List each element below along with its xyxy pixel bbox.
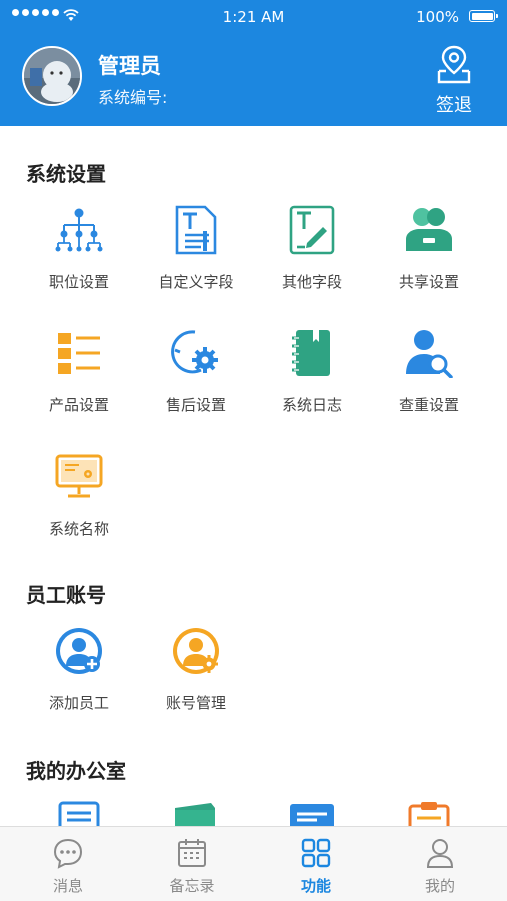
other-fields-item[interactable]: 其他字段	[254, 205, 370, 292]
product-list-icon	[58, 333, 100, 374]
user-search-icon	[406, 330, 453, 379]
custom-text-doc-icon	[175, 205, 217, 255]
account-management-item[interactable]: 账号管理	[138, 626, 254, 713]
duplicate-check-settings-item[interactable]: 查重设置	[371, 328, 487, 415]
doc-icon	[58, 801, 100, 826]
person-icon	[426, 839, 454, 868]
tab-memo-label: 备忘录	[169, 877, 215, 895]
product-settings-item[interactable]: 产品设置	[21, 328, 137, 415]
clipboard-icon	[408, 802, 450, 826]
office-item-card[interactable]	[254, 800, 370, 826]
signout-button[interactable]: 签退	[431, 43, 477, 117]
monitor-gear-icon	[55, 454, 103, 498]
grid-icon	[301, 838, 331, 868]
position-settings-item[interactable]: 职位设置	[21, 205, 137, 292]
card-icon	[290, 804, 334, 826]
tab-messages[interactable]: 消息	[5, 837, 131, 896]
chat-icon	[53, 838, 83, 869]
add-staff-item[interactable]: 添加员工	[21, 626, 137, 713]
signout-label: 签退	[436, 95, 472, 116]
office-item-folder[interactable]	[138, 800, 254, 826]
edit-text-icon	[289, 205, 335, 255]
section-title-system-settings: 系统设置	[26, 162, 106, 186]
avatar[interactable]	[22, 46, 82, 106]
system-name-item[interactable]: 系统名称	[21, 452, 137, 539]
battery-icon	[469, 10, 498, 22]
user-name: 管理员	[98, 54, 161, 78]
add-staff-label: 添加员工	[48, 694, 109, 712]
after-sales-settings-item[interactable]: 售后设置	[138, 328, 254, 415]
share-settings-item[interactable]: 共享设置	[371, 205, 487, 292]
duplicate-check-settings-label: 查重设置	[398, 396, 459, 414]
app-header: 1:21 AM 100% 管理员 系统编号: 签退	[0, 0, 507, 126]
notebook-icon	[292, 330, 330, 376]
custom-fields-item[interactable]: 自定义字段	[138, 205, 254, 292]
tab-me[interactable]: 我的	[377, 837, 503, 896]
office-item-clipboard[interactable]	[371, 800, 487, 826]
system-log-label: 系统日志	[281, 396, 342, 414]
location-pin-icon	[437, 45, 471, 84]
share-users-icon	[406, 208, 452, 251]
org-chart-icon	[55, 208, 103, 252]
account-management-label: 账号管理	[165, 694, 226, 712]
battery-percent: 100%	[416, 8, 459, 26]
after-sales-settings-label: 售后设置	[165, 396, 226, 414]
product-settings-label: 产品设置	[48, 396, 109, 414]
calendar-icon	[178, 839, 206, 867]
tab-memo[interactable]: 备忘录	[129, 837, 255, 896]
system-name-label: 系统名称	[48, 520, 109, 538]
folder-icon	[175, 803, 215, 826]
system-log-item[interactable]: 系统日志	[254, 328, 370, 415]
section-title-my-office: 我的办公室	[26, 759, 126, 783]
after-sales-gear-icon	[171, 330, 218, 374]
position-settings-label: 职位设置	[48, 273, 109, 291]
section-title-staff-accounts: 员工账号	[26, 583, 106, 607]
bottom-tab-bar: 消息 备忘录 功能 我的	[0, 826, 507, 901]
other-fields-label: 其他字段	[281, 273, 342, 291]
user-gear-icon	[173, 628, 219, 674]
system-id-label: 系统编号:	[98, 88, 168, 107]
tab-me-label: 我的	[424, 877, 455, 895]
custom-fields-label: 自定义字段	[158, 273, 234, 291]
status-bar: 1:21 AM 100%	[0, 0, 507, 34]
tab-messages-label: 消息	[52, 877, 83, 895]
tab-functions-label: 功能	[300, 877, 331, 895]
add-user-icon	[56, 628, 102, 674]
office-item-doc[interactable]	[21, 800, 137, 826]
tab-functions[interactable]: 功能	[253, 837, 379, 896]
share-settings-label: 共享设置	[398, 273, 459, 291]
